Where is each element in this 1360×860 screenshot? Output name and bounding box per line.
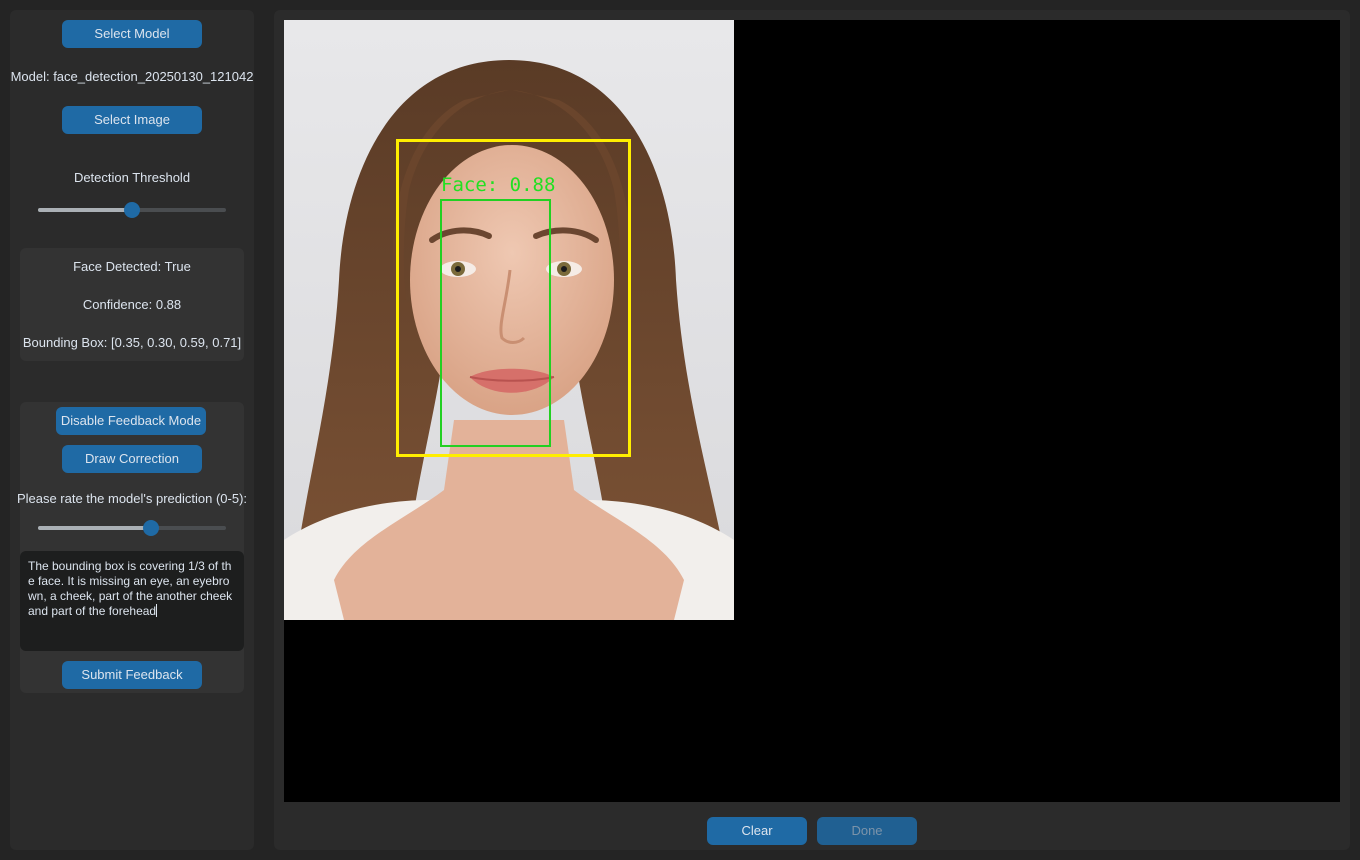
draw-correction-button[interactable]: Draw Correction: [62, 445, 202, 473]
confidence-label: Confidence: 0.88: [82, 297, 182, 312]
slider-thumb[interactable]: [124, 202, 140, 218]
face-detected-label: Face Detected: True: [73, 259, 191, 274]
correction-bounding-box: [440, 199, 551, 447]
slider-fill: [38, 208, 132, 212]
disable-feedback-mode-button[interactable]: Disable Feedback Mode: [56, 407, 206, 435]
text-caret: [156, 604, 158, 617]
model-name-label: Model: face_detection_20250130_121042: [10, 69, 254, 84]
feedback-comment-text: The bounding box is covering 1/3 of the …: [28, 559, 233, 618]
slider-thumb[interactable]: [142, 520, 159, 536]
submit-feedback-button[interactable]: Submit Feedback: [62, 661, 202, 689]
feedback-comment-textarea[interactable]: The bounding box is covering 1/3 of the …: [20, 551, 244, 651]
select-image-button[interactable]: Select Image: [62, 106, 202, 134]
slider-fill: [38, 526, 151, 530]
image-canvas[interactable]: Face: 0.88: [284, 20, 1340, 802]
detection-overlay: [396, 139, 631, 457]
rating-slider[interactable]: [38, 520, 226, 536]
select-model-button[interactable]: Select Model: [62, 20, 202, 48]
detection-threshold-slider[interactable]: [38, 202, 226, 218]
done-button[interactable]: Done: [817, 817, 917, 845]
clear-button[interactable]: Clear: [707, 817, 807, 845]
detection-score-label: Face: 0.88: [441, 174, 556, 196]
bounding-box-label: Bounding Box: [0.35, 0.30, 0.59, 0.71]: [22, 335, 242, 350]
detection-threshold-label: Detection Threshold: [73, 170, 191, 185]
rating-prompt-label: Please rate the model's prediction (0-5)…: [16, 491, 248, 506]
